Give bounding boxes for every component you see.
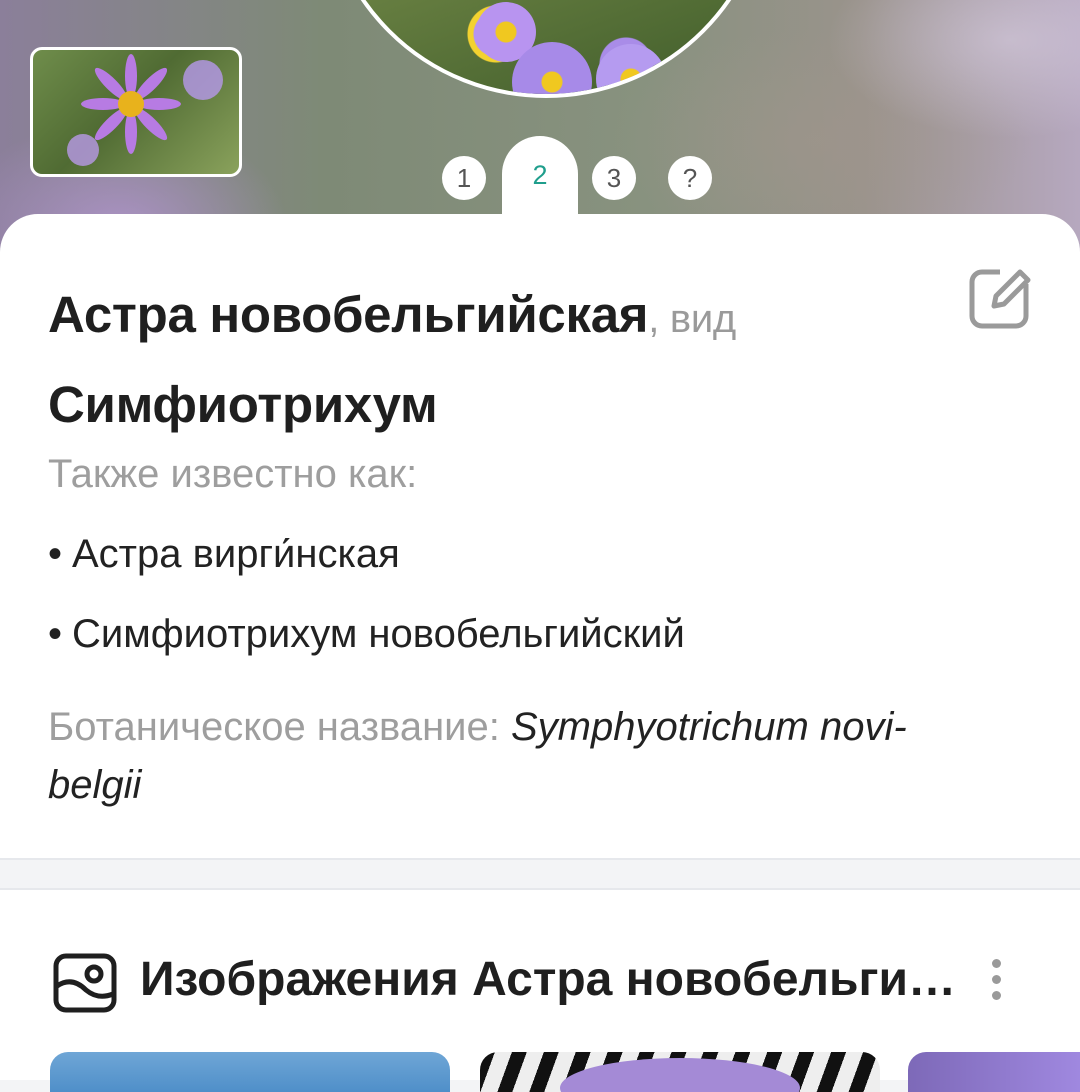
plant-common-name: Астра новобельгийская <box>48 286 649 343</box>
photo-pager: 1 2 3 ? <box>0 136 1080 226</box>
section-divider <box>0 858 1080 890</box>
botanical-name: Ботаническое название: Symphyotrichum no… <box>48 698 948 814</box>
gallery-icon <box>52 950 118 1016</box>
also-known-item: • Астра вирги́нская <box>48 532 400 576</box>
plant-title: Астра новобельгийская, вид Симфиотрихум <box>48 272 948 448</box>
gallery-image[interactable] <box>50 1052 450 1092</box>
botanical-label: Ботаническое название: <box>48 705 511 749</box>
also-known-item: • Симфиотрихум новобельгийский <box>48 612 685 656</box>
pager-item-3[interactable]: 3 <box>592 156 636 200</box>
more-vertical-icon <box>980 959 1012 1000</box>
pager-item-2-active[interactable]: 2 <box>502 136 578 226</box>
main-plant-photo[interactable] <box>322 0 770 98</box>
pager-item-1[interactable]: 1 <box>442 156 486 200</box>
also-known-label: Также известно как: <box>48 452 418 496</box>
gallery-image[interactable] <box>908 1052 1080 1092</box>
images-section: Изображения Астра новобельгийская <box>0 890 1080 1092</box>
images-section-title: Изображения Астра новобельгийская <box>140 953 966 1006</box>
pager-item-unknown[interactable]: ? <box>668 156 712 200</box>
gallery-image[interactable] <box>480 1052 880 1092</box>
edit-icon <box>969 262 1040 329</box>
more-options-button[interactable] <box>980 954 1012 1010</box>
plant-info-card: Астра новобельгийская, вид Симфиотрихум … <box>0 214 1080 858</box>
edit-button[interactable] <box>966 262 1040 332</box>
plant-genus: Симфиотрихум <box>48 376 438 433</box>
rank-suffix: , вид <box>648 297 736 341</box>
